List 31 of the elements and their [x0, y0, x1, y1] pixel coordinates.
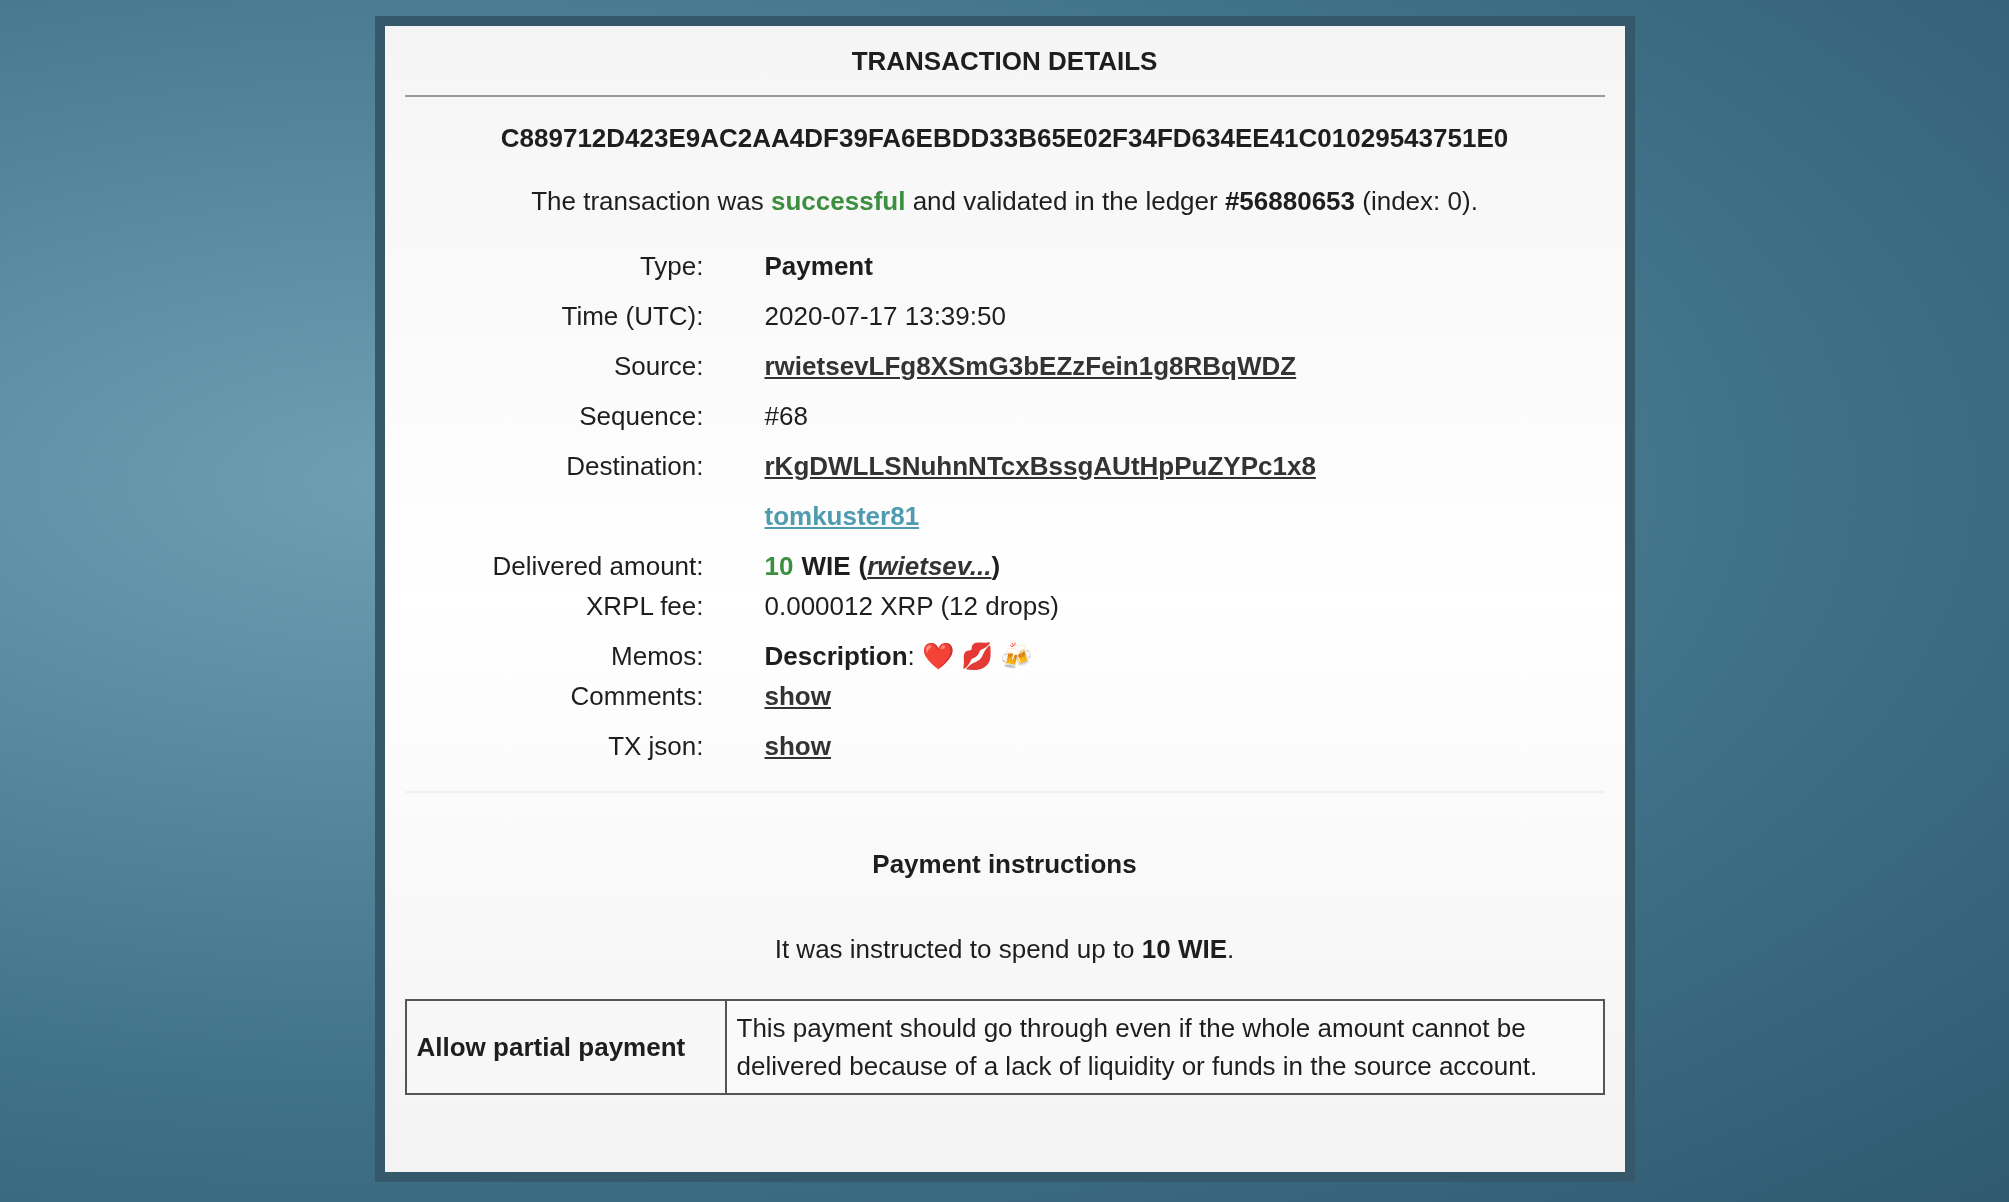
field-label: Memos:	[610, 640, 704, 673]
bracket-text: )	[991, 550, 1001, 583]
instruction-sentence: It was instructed to spend up to 10 WIE.	[773, 933, 1236, 966]
status-sentence: The transaction was successful and validated in the ledger #56880653 (index: 0).	[530, 185, 1479, 218]
field-label: TX json:	[607, 730, 704, 763]
field-label: Comments:	[569, 680, 704, 713]
account-link[interactable]: show	[764, 727, 831, 766]
field-value: 0.000012 XRP (12 drops)	[764, 590, 1059, 623]
account-link[interactable]: rwietsevLFg8XSmG3bEZzFein1g8RBqWDZ	[764, 347, 1297, 386]
bracket-text: (	[858, 550, 868, 583]
table-cell: Allow partial payment	[405, 1000, 726, 1094]
memo-text: Description: ❤ 💋 🍻	[764, 640, 1033, 673]
account-link[interactable]: rKgDWLLSNuhnNTcxBssgAUtHpPuZYPc1x8	[764, 447, 1316, 486]
issuer-link[interactable]: rwietsev...	[867, 547, 992, 586]
amount-value: 10	[764, 550, 794, 583]
field-value: 2020-07-17 13:39:50	[764, 300, 1006, 333]
transaction-hash: C889712D423E9AC2AA4DF39FA6EBDD33B65E02F34FD634EE41C01029543751E0	[499, 122, 1510, 155]
field-label: Sequence:	[578, 400, 704, 433]
field-label: Destination:	[565, 450, 704, 483]
field-label: Type:	[638, 250, 704, 283]
field-label: Delivered amount:	[491, 550, 704, 583]
field-label: Source:	[612, 350, 704, 383]
currency-code: WIE	[801, 550, 851, 583]
field-label: XRPL fee:	[584, 590, 704, 623]
section-heading: Payment instructions	[871, 848, 1138, 881]
table-cell: This payment should go through even if the whole amount cannot be delivered because of a lack of liquidity or funds in the source account.	[725, 1000, 1604, 1094]
field-value: Payment	[764, 250, 873, 283]
account-link[interactable]: show	[764, 677, 831, 716]
panel-title: TRANSACTION DETAILS	[850, 45, 1159, 78]
field-value: #68	[764, 400, 808, 433]
field-label: Time (UTC):	[560, 300, 704, 333]
